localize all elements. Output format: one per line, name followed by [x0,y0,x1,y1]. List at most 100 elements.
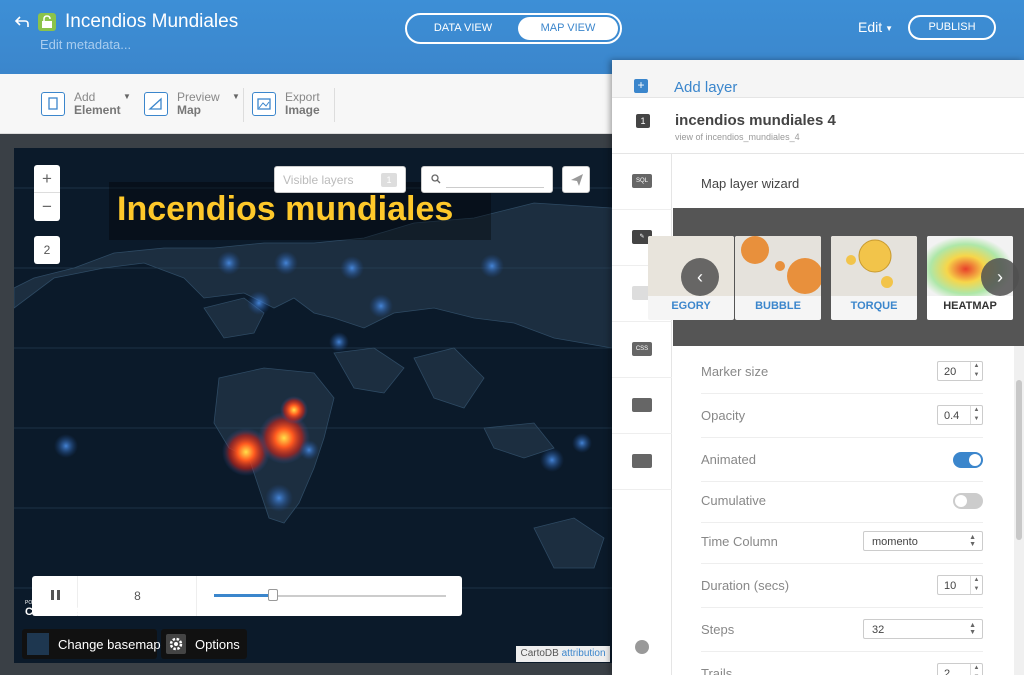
visible-layers-selector[interactable]: Visible layers 1 [274,166,406,193]
map-options-button[interactable]: Options [161,629,247,659]
zoom-level-indicator: 2 [34,236,60,264]
tab-css[interactable]: CSS [612,322,672,378]
viz-card-label: TORQUE [850,300,898,312]
marker-size-stepper[interactable]: 20 ▲ ▼ [937,361,983,381]
map-attribution: CartoDB attribution [516,646,610,662]
back-arrow-icon[interactable] [14,14,30,30]
attribution-text: CartoDB [520,648,559,659]
viz-card-label: BUBBLE [755,300,801,312]
options-label: Options [195,637,240,652]
carousel-prev-button[interactable]: ‹ [681,258,719,296]
edit-metadata-link[interactable]: Edit metadata... [40,37,131,52]
prop-label: Steps [701,622,735,637]
prop-time-column: Time Column momento ▲ ▼ [701,520,983,564]
toggle-knob [969,454,981,466]
page-title[interactable]: Incendios Mundiales [65,11,238,33]
bubble-thumbnail [735,236,821,296]
prop-opacity: Opacity 0.4 ▲ ▼ [701,394,983,438]
tab-layer-options[interactable] [612,620,672,675]
duration-stepper[interactable]: 10 ▲ ▼ [937,575,983,595]
css-icon: CSS [632,342,652,356]
export-image-button[interactable]: Export Image [252,90,328,120]
stepper-arrows-icon[interactable]: ▲▼ [970,406,982,424]
gear-icon [166,634,186,654]
pause-icon [57,590,60,600]
attribution-link[interactable]: attribution [562,648,606,659]
chevron-right-icon: › [997,267,1003,287]
prop-label: Animated [701,452,756,467]
viz-card-torque[interactable]: TORQUE [831,236,917,320]
map-canvas[interactable]: + − 2 Incendios mundiales Visible layers… [14,148,612,663]
add-element-button[interactable]: Add Element ▼ [41,90,133,120]
map-search-box [421,166,553,193]
stepper-arrows-icon[interactable]: ▲▼ [970,576,982,594]
select-arrows-icon: ▲ ▼ [969,622,976,636]
tab-map-view[interactable]: MAP VIEW [518,17,618,40]
wizard-title: Map layer wizard [701,176,800,191]
caret-down-icon: ▼ [232,92,240,101]
viz-card-label: EGORY [671,300,711,312]
stepper-arrows-icon[interactable]: ▲▼ [970,664,982,675]
prop-steps: Steps 32 ▲ ▼ [701,608,983,652]
current-step: 8 [79,576,197,616]
map-layer-wizard: Map layer wizard EGORY BUBBLE TORQUE HEA… [648,154,1024,675]
add-element-label-2: Element [74,103,121,117]
layer-panel: + Add layer 1 incendios mundiales 4 view… [612,60,1024,675]
stepper-value: 2 [944,668,951,675]
prop-cumulative: Cumulative [701,479,983,523]
publish-button[interactable]: PUBLISH [908,15,996,40]
tab-data-view[interactable]: DATA VIEW [413,17,513,40]
zoom-in-button[interactable]: + [34,165,60,193]
time-column-select[interactable]: momento ▲ ▼ [863,531,983,551]
export-image-label-1: Export [285,90,320,104]
prop-marker-size: Marker size 20 ▲ ▼ [701,350,983,394]
prop-trails: Trails 2 ▲▼ [701,652,983,675]
stepper-arrows-icon[interactable]: ▲▼ [970,362,982,380]
paper-plane-icon [571,174,583,186]
image-icon [252,92,276,116]
share-button[interactable] [562,166,590,193]
change-basemap-button[interactable]: Change basemap [22,629,161,659]
prop-label: Duration (secs) [701,578,790,593]
add-layer-button[interactable]: + Add layer [612,60,1024,98]
time-slider-handle[interactable] [268,589,278,601]
map-title: Incendios mundiales [117,190,454,228]
opacity-stepper[interactable]: 0.4 ▲ ▼ [937,405,983,425]
trails-stepper[interactable]: 2 ▲▼ [937,663,983,675]
powered-by-logo: POWERED BY CARTODB [25,600,80,618]
add-element-icon [41,92,65,116]
prop-animated: Animated [701,438,983,482]
plus-icon: + [634,79,648,93]
tab-sql[interactable]: SQL [612,154,672,210]
edit-menu[interactable]: Edit ▼ [858,19,893,35]
visualization-carousel: EGORY BUBBLE TORQUE HEATMAP ‹ › [648,208,1024,346]
layer-source: view of incendios_mundiales_4 [675,132,800,142]
bar-chart-icon [632,454,652,468]
chevron-left-icon: ‹ [697,267,703,287]
panel-scrollbar[interactable] [1014,346,1024,675]
tab-legend[interactable] [612,378,672,434]
prop-label: Time Column [701,534,778,549]
prop-label: Marker size [701,364,769,379]
viz-card-label: HEATMAP [943,300,997,312]
carousel-next-button[interactable]: › [981,258,1019,296]
animated-toggle[interactable] [953,452,983,468]
scrollbar-thumb[interactable] [1016,380,1022,540]
toggle-knob [955,495,967,507]
wizard-properties: Marker size 20 ▲ ▼ Opacity 0.4 ▲ ▼ Animated … [673,346,1024,675]
prop-label: Cumulative [701,493,767,508]
zoom-out-button[interactable]: − [34,193,60,221]
lock-icon[interactable] [38,13,56,31]
cumulative-toggle[interactable] [953,493,983,509]
viz-card-bubble[interactable]: BUBBLE [735,236,821,320]
visible-layers-count: 1 [381,173,397,187]
steps-select[interactable]: 32 ▲ ▼ [863,619,983,639]
prop-label: Opacity [701,408,746,423]
basemap-swatch [27,633,49,655]
sql-icon: SQL [632,174,652,188]
layer-name[interactable]: incendios mundiales 4 [675,112,836,129]
map-search-input[interactable] [446,172,544,188]
preview-map-button[interactable]: Preview Map ▼ [144,90,240,120]
tab-filters[interactable] [612,434,672,490]
change-basemap-label: Change basemap [58,637,161,652]
